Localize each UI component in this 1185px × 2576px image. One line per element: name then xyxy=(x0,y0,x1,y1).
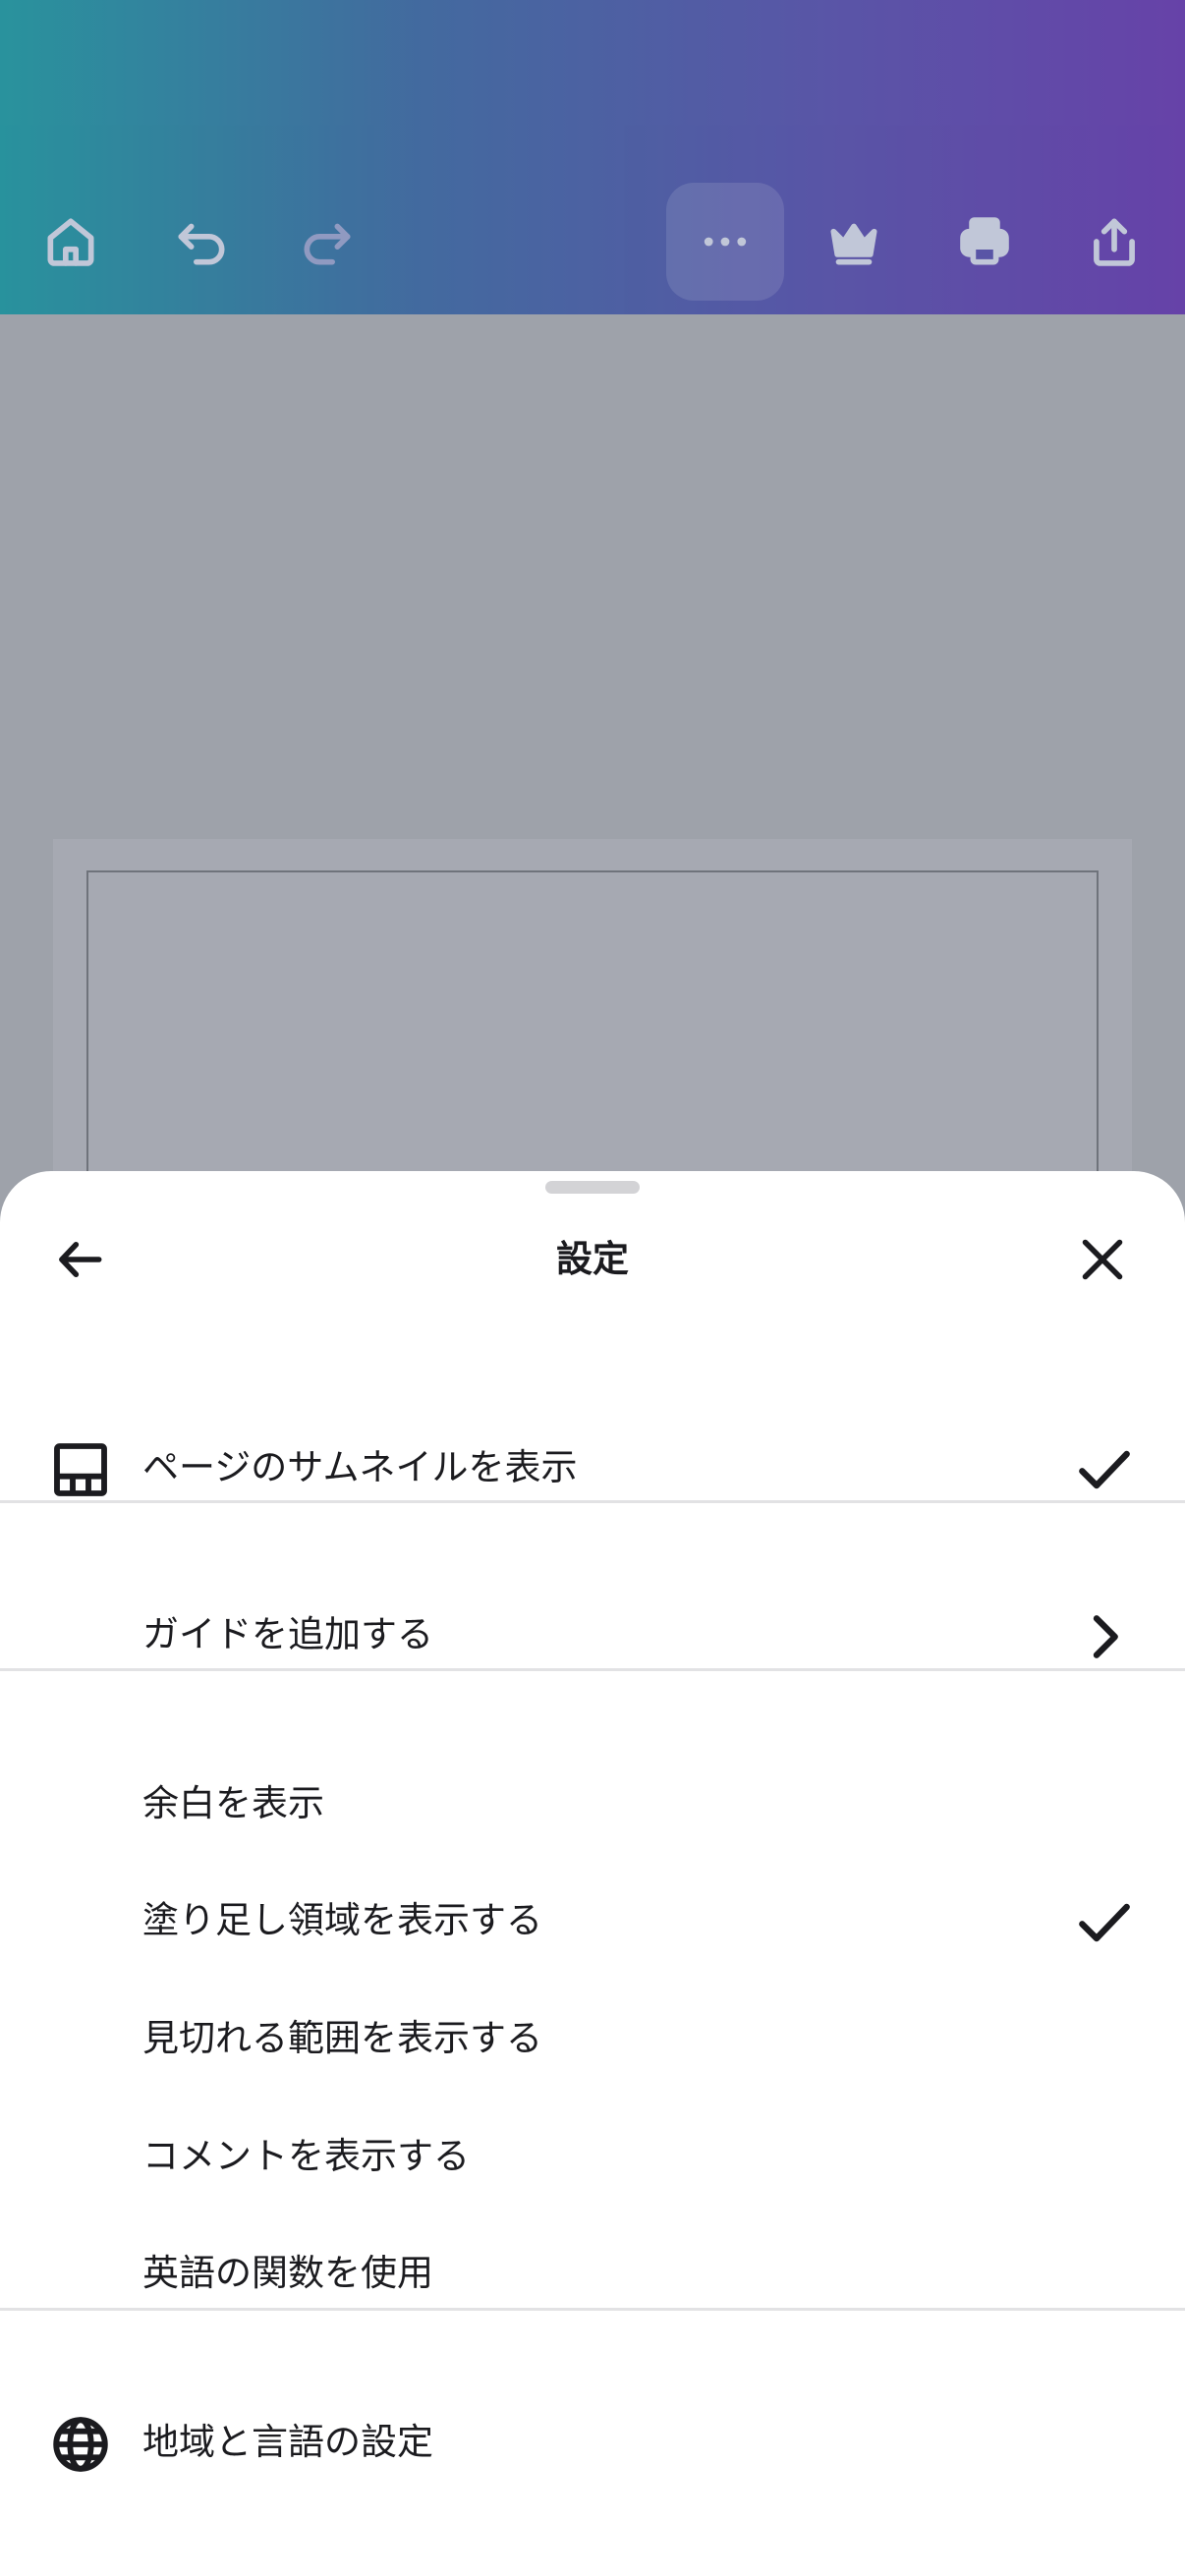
setting-label: 塗り足し領域を表示する xyxy=(142,1899,542,1941)
sheet-grabber[interactable] xyxy=(545,1181,640,1194)
setting-show-margins[interactable]: 余白を表示 xyxy=(0,1755,1185,1853)
thumbnails-icon xyxy=(49,1438,112,1501)
premium-button[interactable] xyxy=(795,183,913,301)
home-icon xyxy=(47,218,94,266)
print-button[interactable] xyxy=(926,183,1044,301)
arrow-left-icon xyxy=(59,1242,102,1277)
editor-toolbar xyxy=(0,0,1185,314)
back-button[interactable] xyxy=(39,1218,122,1301)
setting-label: 余白を表示 xyxy=(142,1782,324,1824)
setting-show-safe-area[interactable]: 見切れる範囲を表示する xyxy=(0,1989,1185,2088)
share-button[interactable] xyxy=(1055,183,1173,301)
undo-icon xyxy=(178,223,225,265)
undo-button[interactable] xyxy=(142,183,260,301)
checkmark-icon xyxy=(1073,1891,1136,1954)
close-icon xyxy=(1082,1239,1123,1280)
section-divider xyxy=(0,1500,1185,1503)
setting-show-bleed[interactable]: 塗り足し領域を表示する xyxy=(0,1872,1185,1970)
setting-label: コメントを表示する xyxy=(142,2135,470,2177)
more-options-button[interactable] xyxy=(666,183,784,301)
settings-sheet: 設定 ページのサムネイルを表示 ガイドを追加する 余白を表示 塗り足し領域を表示… xyxy=(0,1171,1185,2576)
close-button[interactable] xyxy=(1061,1218,1144,1301)
share-icon xyxy=(1094,218,1135,266)
sheet-header: 設定 xyxy=(0,1218,1185,1301)
redo-button[interactable] xyxy=(268,183,386,301)
home-button[interactable] xyxy=(12,183,130,301)
setting-label: 地域と言語の設定 xyxy=(142,2421,433,2463)
chevron-right-icon xyxy=(1073,1605,1136,1668)
crown-icon xyxy=(830,223,877,265)
setting-region-language[interactable]: 地域と言語の設定 xyxy=(0,2393,1185,2492)
sheet-title: 設定 xyxy=(556,1238,629,1280)
redo-icon xyxy=(304,223,351,265)
section-divider xyxy=(0,2308,1185,2311)
print-icon xyxy=(960,217,1009,265)
globe-icon xyxy=(49,2413,112,2476)
setting-label: 見切れる範囲を表示する xyxy=(142,2017,542,2059)
setting-show-comments[interactable]: コメントを表示する xyxy=(0,2107,1185,2206)
more-icon xyxy=(704,237,747,247)
checkmark-icon xyxy=(1073,1438,1136,1501)
section-divider xyxy=(0,1668,1185,1671)
